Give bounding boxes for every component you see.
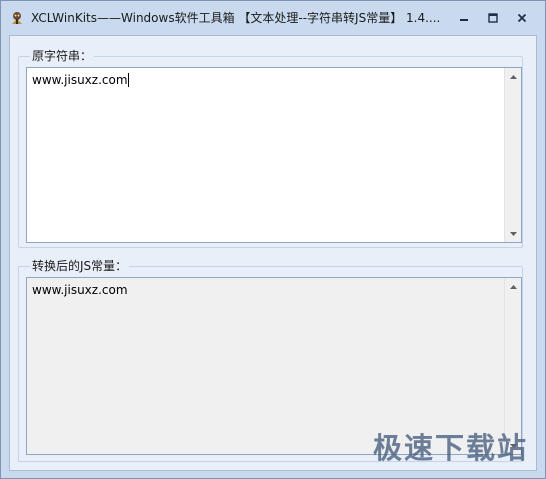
arrow-up-icon [509,284,517,289]
maximize-button[interactable] [481,9,505,27]
minimize-button[interactable] [452,9,476,27]
close-icon [517,13,527,23]
arrow-up-icon [509,74,517,79]
title-bar[interactable]: XCLWinKits——Windows软件工具箱 【文本处理--字符串转JS常量… [1,1,545,35]
source-string-textarea[interactable]: www.jisuxz.com [26,67,522,243]
close-button[interactable] [510,9,534,27]
output-scroll-up-button[interactable] [505,278,521,295]
minimize-icon [460,19,468,21]
window-title: XCLWinKits——Windows软件工具箱 【文本处理--字符串转JS常量… [31,11,441,25]
maximize-icon [488,13,498,23]
client-area: 原字符串： www.jisuxz.com 转换后的JS常量： www.jisux… [9,35,537,471]
input-group-label: 原字符串： [30,48,95,64]
app-window: XCLWinKits——Windows软件工具箱 【文本处理--字符串转JS常量… [0,0,546,479]
source-scroll-down-button[interactable] [505,225,521,242]
js-constant-value: www.jisuxz.com [32,283,128,297]
source-string-value: www.jisuxz.com [32,73,128,87]
arrow-down-icon [509,231,517,236]
source-scroll-up-button[interactable] [505,68,521,85]
output-group-label: 转换后的JS常量： [30,258,130,274]
app-icon[interactable] [10,10,24,24]
site-watermark: 极速下载站 [373,431,529,465]
source-string-content: www.jisuxz.com [32,71,502,89]
source-scrollbar[interactable] [504,68,521,242]
text-caret [127,73,129,87]
